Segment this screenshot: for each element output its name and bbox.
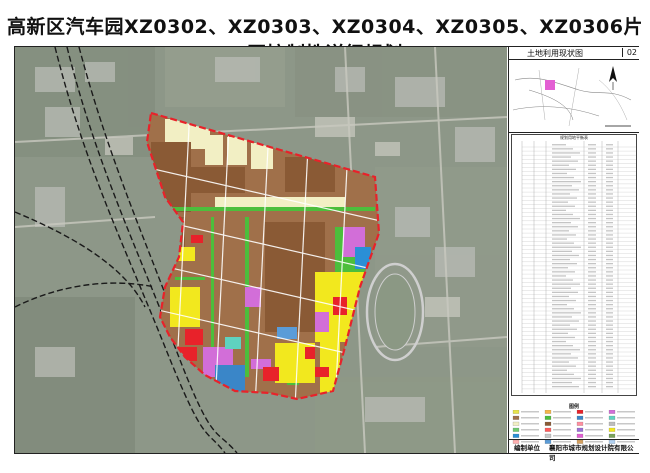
- credit-bar: 编制单位 襄阳市城市规划设计院有限公司: [509, 439, 639, 462]
- legend-swatch: [576, 433, 584, 438]
- legend-swatch: [544, 421, 552, 426]
- sheet-name: 土地利用现状图: [527, 49, 583, 58]
- legend-swatch: [544, 433, 552, 438]
- legend-swatch: [608, 421, 616, 426]
- legend-swatch: [512, 415, 520, 420]
- legend-swatch: [512, 433, 520, 438]
- land-balance-table: 规划用地平衡表: [511, 134, 637, 396]
- main-map[interactable]: [15, 47, 507, 453]
- location-highlight: [545, 80, 555, 90]
- legend-swatch: [576, 415, 584, 420]
- legend-swatch: [576, 427, 584, 432]
- sheet-number: 02: [621, 48, 637, 57]
- legend-swatch: [608, 410, 616, 414]
- legend-swatch: [512, 421, 520, 426]
- legend-swatch: [576, 410, 584, 414]
- map-sheet: 高新区汽车园XZ0302、XZ0303、XZ0304、XZ0305、XZ0306…: [0, 0, 650, 462]
- legend-swatch: [608, 427, 616, 432]
- legend-swatch: [512, 427, 520, 432]
- legend-swatch: [608, 433, 616, 438]
- legend-swatch: [608, 415, 616, 420]
- legend-swatch: [544, 410, 552, 414]
- location-map: [509, 60, 639, 133]
- credit-label: 编制单位: [514, 444, 540, 452]
- legend-swatch: [544, 427, 552, 432]
- legend-swatch: [576, 421, 584, 426]
- legend-swatch: [544, 415, 552, 420]
- info-panel: 土地利用现状图 02 规划用地平衡表 图例 编制单位 襄阳市城市规划设计院有限公…: [508, 47, 639, 462]
- table-grid: [512, 141, 636, 393]
- legend-swatch: [512, 410, 520, 414]
- credit-organization: 襄阳市城市规划设计院有限公司: [549, 444, 634, 462]
- aerial-map-svg: [15, 47, 507, 453]
- sheet-title-bar: 土地利用现状图 02: [509, 47, 639, 60]
- legend-title: 图例: [568, 404, 579, 410]
